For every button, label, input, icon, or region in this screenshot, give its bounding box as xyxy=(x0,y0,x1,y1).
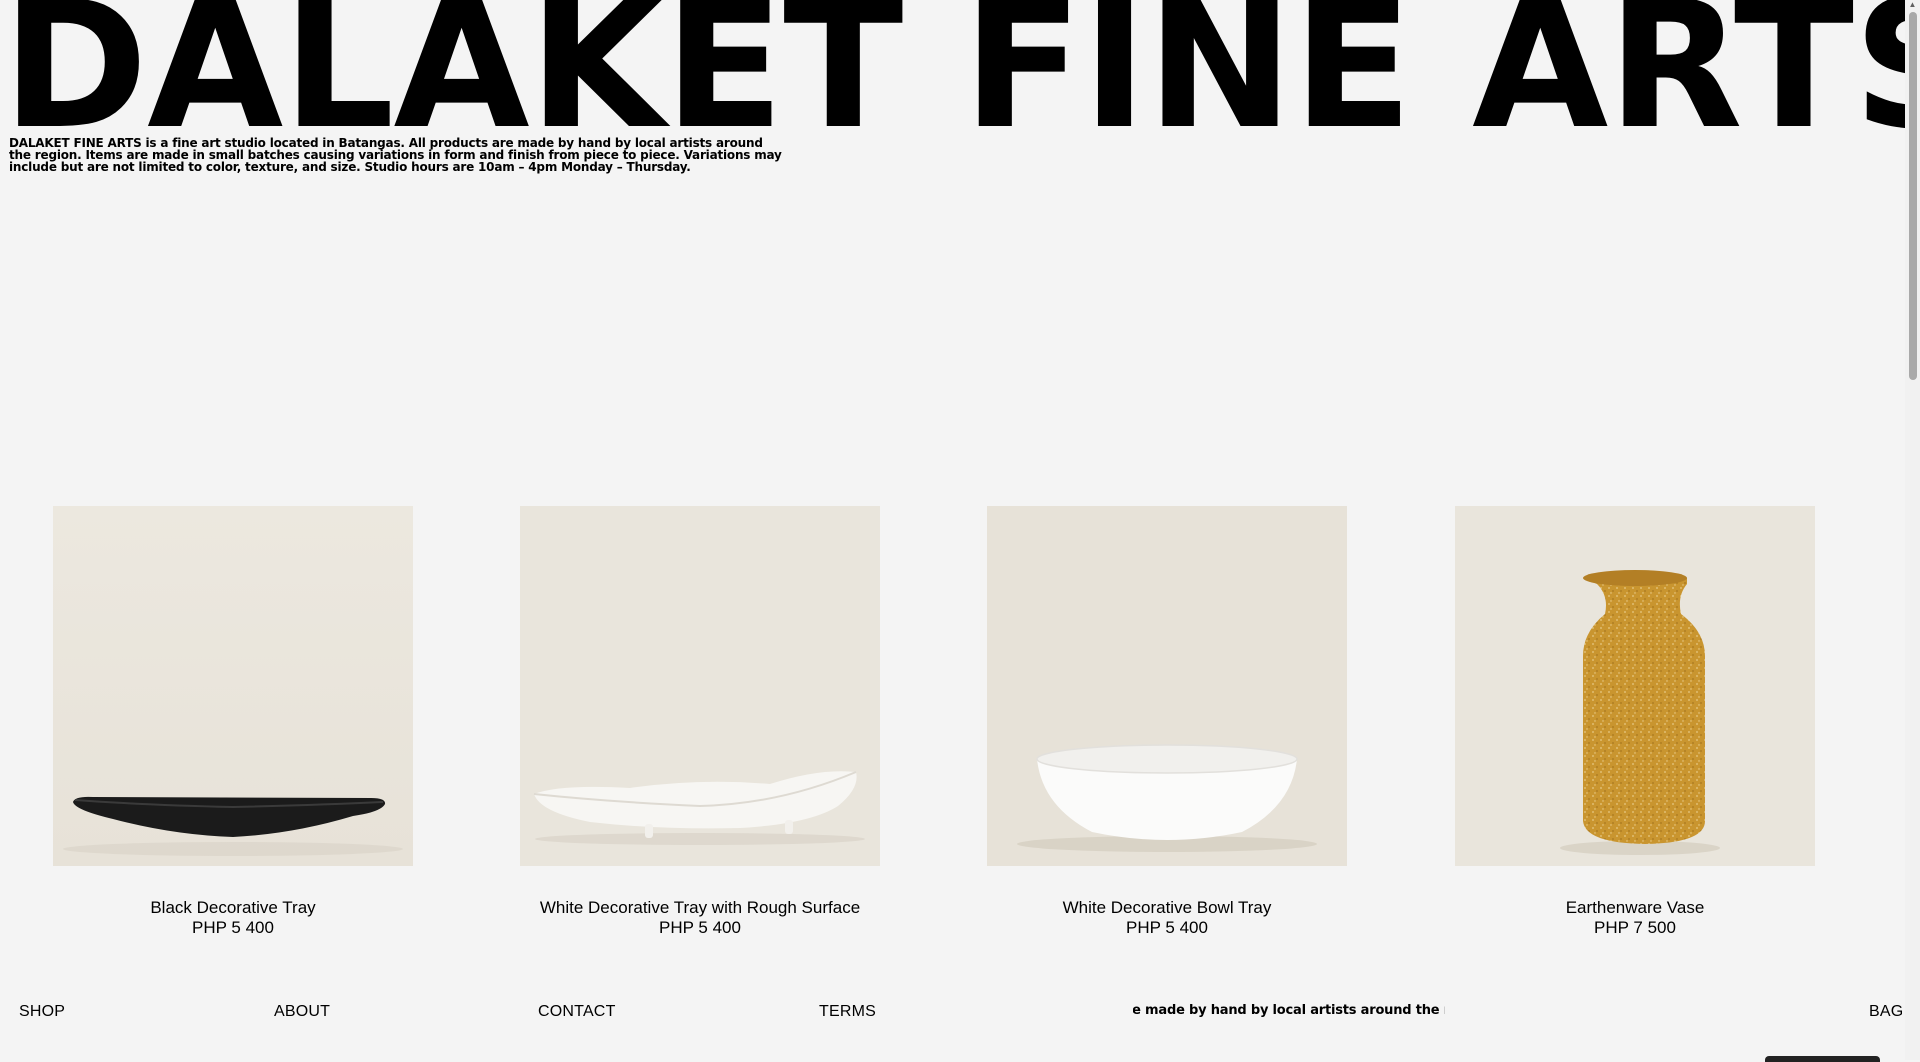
product-price: PHP 7 500 xyxy=(1594,918,1676,937)
product-name[interactable]: White Decorative Tray with Rough Surface xyxy=(520,898,880,918)
nav-shop[interactable]: SHOP xyxy=(19,1003,65,1021)
product-card[interactable]: Earthenware Vase PHP 7 500 xyxy=(1455,506,1815,938)
studio-intro: DALAKET FINE ARTS is a fine art studio l… xyxy=(9,136,782,174)
product-card[interactable]: White Decorative Tray with Rough Surface… xyxy=(520,506,880,938)
scroll-up-icon[interactable]: ▲ xyxy=(1908,0,1917,10)
white-bowl-image xyxy=(987,506,1347,866)
scrollbar-thumb[interactable] xyxy=(1909,12,1917,380)
product-image[interactable] xyxy=(1455,506,1815,866)
nav-bag[interactable]: BAG xyxy=(1869,1003,1903,1021)
marquee-text: DALAKET FINE ARTS is a fine art studio l… xyxy=(1133,1003,1445,1018)
earthenware-vase-image xyxy=(1455,506,1815,866)
product-card[interactable]: White Decorative Bowl Tray PHP 5 400 xyxy=(987,506,1347,938)
product-price: PHP 5 400 xyxy=(659,918,741,937)
product-price: PHP 5 400 xyxy=(1126,918,1208,937)
product-name[interactable]: White Decorative Bowl Tray xyxy=(987,898,1347,918)
scrollbar-track[interactable]: ▲ xyxy=(1905,0,1920,1060)
product-name[interactable]: Earthenware Vase xyxy=(1455,898,1815,918)
product-price: PHP 5 400 xyxy=(192,918,274,937)
nav-about[interactable]: ABOUT xyxy=(274,1003,330,1021)
nav-terms[interactable]: TERMS xyxy=(819,1003,876,1021)
white-rough-tray-image xyxy=(520,506,880,866)
footer-marquee: DALAKET FINE ARTS is a fine art studio l… xyxy=(1133,1003,1445,1018)
bottom-handle xyxy=(1765,1056,1880,1062)
brand-title: DALAKET FINE ARTS xyxy=(2,0,1920,168)
black-tray-image xyxy=(53,506,413,866)
product-card[interactable]: Black Decorative Tray PHP 5 400 xyxy=(53,506,413,938)
product-image[interactable] xyxy=(987,506,1347,866)
nav-contact[interactable]: CONTACT xyxy=(538,1003,616,1021)
product-image[interactable] xyxy=(520,506,880,866)
product-image[interactable] xyxy=(53,506,413,866)
product-name[interactable]: Black Decorative Tray xyxy=(53,898,413,918)
